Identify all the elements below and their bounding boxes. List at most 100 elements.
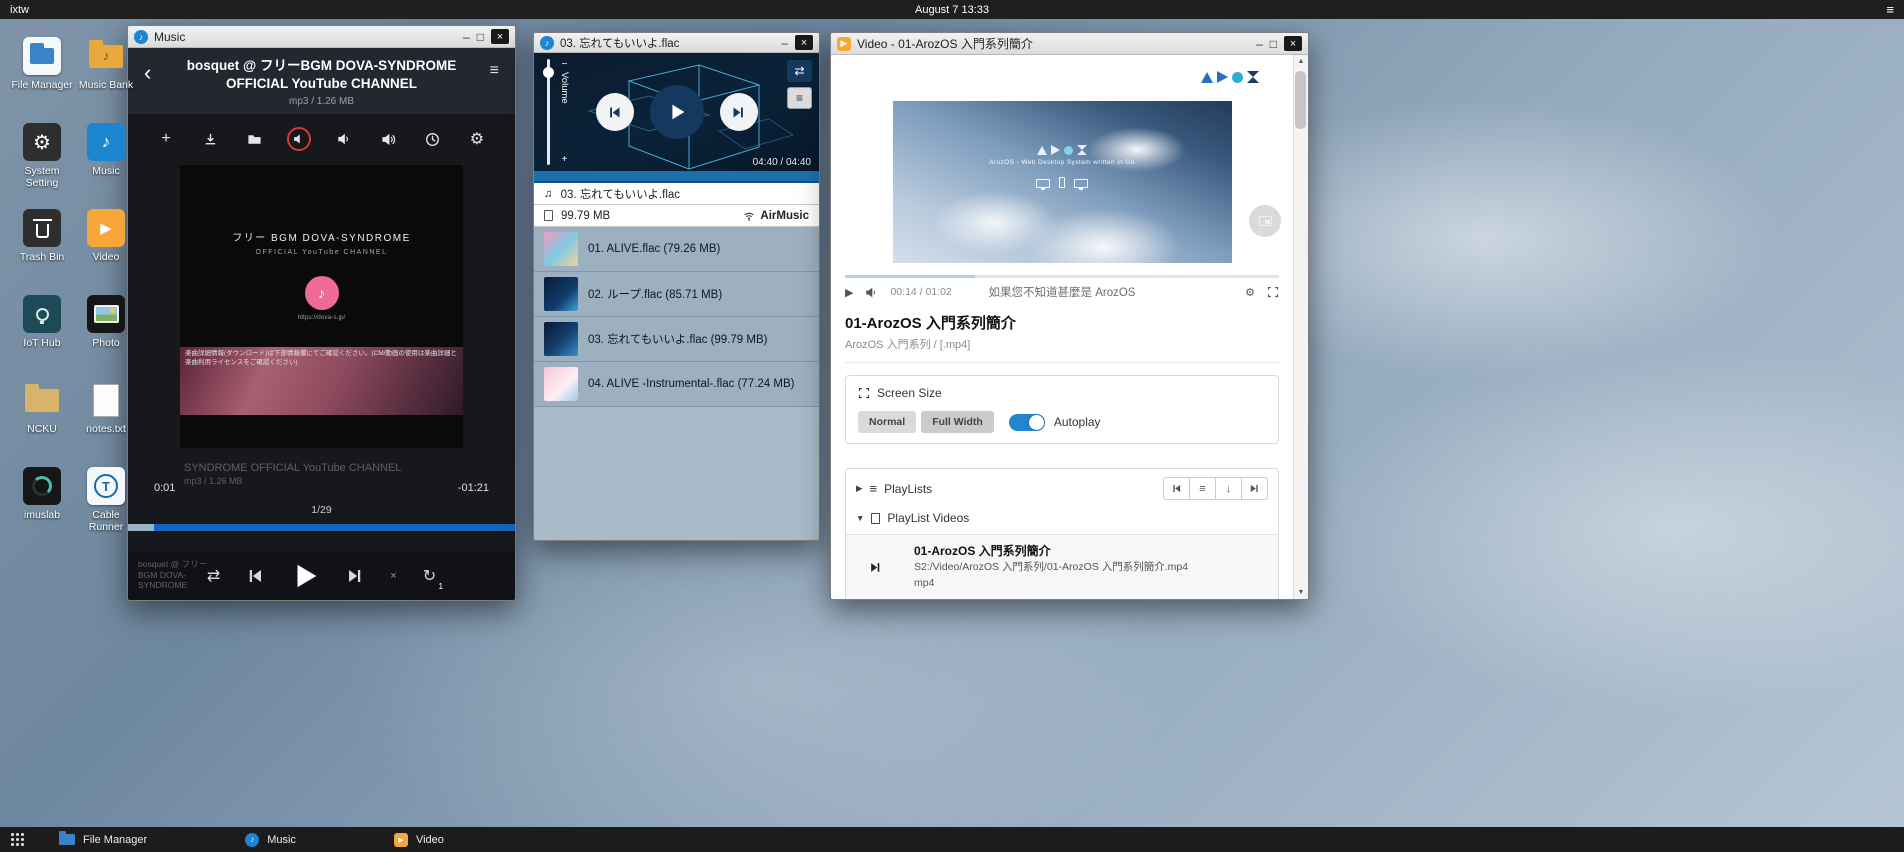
maximize-button[interactable]: □: [1270, 37, 1277, 51]
desktop-icon-music[interactable]: ♪ Music: [74, 122, 138, 208]
play-icon[interactable]: ▶: [845, 286, 853, 299]
playlist-item[interactable]: 04. ALIVE -Instrumental-.flac (77.24 MB): [534, 362, 819, 407]
volume-low-icon[interactable]: [332, 127, 356, 151]
queue-list-button[interactable]: ≡: [1189, 477, 1216, 500]
loop-button[interactable]: ⇄: [787, 60, 812, 82]
play-button[interactable]: [650, 85, 704, 139]
folder-open-icon[interactable]: [243, 127, 267, 151]
desktop-icon-ncku[interactable]: NCKU: [10, 380, 74, 466]
playlist-item[interactable]: 01. ALIVE.flac (79.26 MB): [534, 227, 819, 272]
back-icon[interactable]: ‹: [144, 62, 151, 84]
playlist-videos-header[interactable]: ▼ PlayList Videos: [846, 508, 1278, 534]
music-app-icon: ♪: [245, 833, 259, 847]
caret-down-icon[interactable]: ▼: [856, 513, 864, 523]
maximize-button[interactable]: □: [477, 30, 484, 44]
thumb-caption: 楽曲詳細情報(ダウンロード)は下部情報欄にてご確認ください。(CM/動画の使用は…: [185, 350, 458, 368]
clock-icon[interactable]: [421, 127, 445, 151]
caret-right-icon[interactable]: ▶: [856, 483, 863, 494]
video-thumbnail[interactable]: フリー BGM DOVA-SYNDROME OFFICIAL YouTube C…: [180, 165, 463, 448]
photo-icon: [87, 295, 125, 333]
app-launcher-icon[interactable]: [10, 832, 25, 847]
desktop-icon-trash-bin[interactable]: Trash Bin: [10, 208, 74, 294]
desktop-icon-music-bank[interactable]: ♪ Music Bank: [74, 36, 138, 122]
menu-icon[interactable]: ≡: [490, 62, 499, 80]
volume-slider[interactable]: − Volume +: [543, 59, 570, 165]
close-overlay-icon[interactable]: ×: [390, 570, 396, 582]
taskbar-item-music[interactable]: ♪ Music: [245, 833, 296, 847]
playlists-label: PlayLists: [884, 482, 932, 496]
play-icon[interactable]: [290, 561, 320, 591]
video-caption: 如果您不知道甚麼是 ArozOS: [989, 284, 1136, 300]
scroll-down-button[interactable]: ↓: [1215, 477, 1242, 500]
music-app-icon: ♪: [87, 123, 125, 161]
flac-window-titlebar[interactable]: ♪ 03. 忘れてもいいよ.flac – ×: [534, 33, 819, 53]
pip-float-button[interactable]: [1249, 205, 1281, 237]
volume-icon[interactable]: [865, 286, 878, 299]
normal-button[interactable]: Normal: [858, 411, 916, 433]
video-settings-gear-icon[interactable]: ⚙: [1245, 286, 1255, 299]
minimize-button[interactable]: –: [463, 30, 470, 44]
taskbar-item-file-manager[interactable]: File Manager: [59, 834, 147, 846]
desktop-icon-file-manager[interactable]: File Manager: [10, 36, 74, 122]
scrollbar[interactable]: ▲ ▼: [1293, 55, 1308, 599]
desktop-icon-notes-txt[interactable]: notes.txt: [74, 380, 138, 466]
volume-handle[interactable]: [543, 67, 554, 78]
remaining-time: -01:21: [458, 482, 489, 494]
settings-gear-icon[interactable]: ⚙: [465, 127, 489, 151]
playlist-item[interactable]: 03. 忘れてもいいよ.flac (99.79 MB): [534, 317, 819, 362]
scrollbar-thumb[interactable]: [1295, 71, 1306, 129]
album-thumbnail: [544, 277, 578, 311]
track-position: 1/29: [128, 504, 515, 516]
close-button[interactable]: ×: [1284, 36, 1302, 51]
close-button[interactable]: ×: [795, 35, 813, 50]
airmusic-brand: AirMusic: [743, 210, 809, 222]
repeat-icon[interactable]: ↻1: [423, 566, 436, 586]
elapsed-time: 0:01: [154, 482, 175, 494]
username: ixtw: [10, 4, 29, 16]
autoplay-toggle[interactable]: [1009, 414, 1045, 431]
desktop-icon-video[interactable]: ▶ Video: [74, 208, 138, 294]
volume-high-icon[interactable]: [376, 127, 400, 151]
note-icon: ♫: [544, 188, 553, 200]
download-icon[interactable]: [198, 127, 222, 151]
previous-track-button[interactable]: [596, 93, 634, 131]
close-button[interactable]: ×: [491, 29, 509, 44]
video-window-title: Video - 01-ArozOS 入門系列簡介: [857, 35, 1033, 52]
mute-icon[interactable]: [287, 127, 311, 151]
minimize-button[interactable]: –: [1256, 37, 1263, 51]
taskbar-item-video[interactable]: ▶ Video: [394, 833, 444, 847]
desktop-icon-system-setting[interactable]: ⚙ System Setting: [10, 122, 74, 208]
flac-seek-bar[interactable]: [534, 171, 819, 183]
add-icon[interactable]: +: [154, 127, 178, 151]
queue-menu-button[interactable]: ≡: [787, 87, 812, 109]
desktop-icon-iot-hub[interactable]: IoT Hub: [10, 294, 74, 380]
fullscreen-icon[interactable]: [1267, 286, 1279, 298]
desktop-icon-cable-runner[interactable]: T Cable Runner: [74, 466, 138, 552]
next-track-button[interactable]: [720, 93, 758, 131]
thumb-url: https://dova-s.jp/: [180, 314, 463, 321]
video-window-titlebar[interactable]: ▶ Video - 01-ArozOS 入門系列簡介 – □ ×: [831, 33, 1308, 55]
skip-end-button[interactable]: [1241, 477, 1268, 500]
screen-size-card: Screen Size Normal Full Width Autoplay: [845, 375, 1279, 444]
next-track-icon[interactable]: [346, 567, 364, 585]
desktop-icon-photo[interactable]: Photo: [74, 294, 138, 380]
minimize-button[interactable]: –: [781, 36, 788, 50]
skip-start-button[interactable]: [1163, 477, 1190, 500]
seek-bar[interactable]: [128, 524, 515, 531]
scroll-down-icon[interactable]: ▼: [1298, 589, 1305, 596]
album-art-area: − Volume + ⇄ ≡ 04:40 / 04:40: [534, 53, 819, 171]
screen-size-label: Screen Size: [877, 386, 942, 400]
topbar-menu-icon[interactable]: ≡: [1886, 2, 1894, 17]
scroll-up-icon[interactable]: ▲: [1298, 58, 1305, 65]
hourglass-icon: [1247, 71, 1259, 83]
desktop-icon-imuslab[interactable]: imuslab: [10, 466, 74, 552]
arozos-logo: [1201, 71, 1259, 83]
playlists-header[interactable]: ▶ ≡ PlayLists ≡ ↓: [846, 469, 1278, 508]
album-thumbnail: [544, 232, 578, 266]
previous-track-icon[interactable]: [246, 567, 264, 585]
playlist-item[interactable]: 02. ループ.flac (85.71 MB): [534, 272, 819, 317]
music-window-titlebar[interactable]: ♪ Music – □ ×: [128, 26, 515, 48]
playlist-video-item[interactable]: 01-ArozOS 入門系列簡介 S2:/Video/ArozOS 入門系列/0…: [846, 534, 1278, 599]
video-player[interactable]: ArozOS - Web Desktop System written in G…: [893, 101, 1232, 263]
full-width-button[interactable]: Full Width: [921, 411, 994, 433]
